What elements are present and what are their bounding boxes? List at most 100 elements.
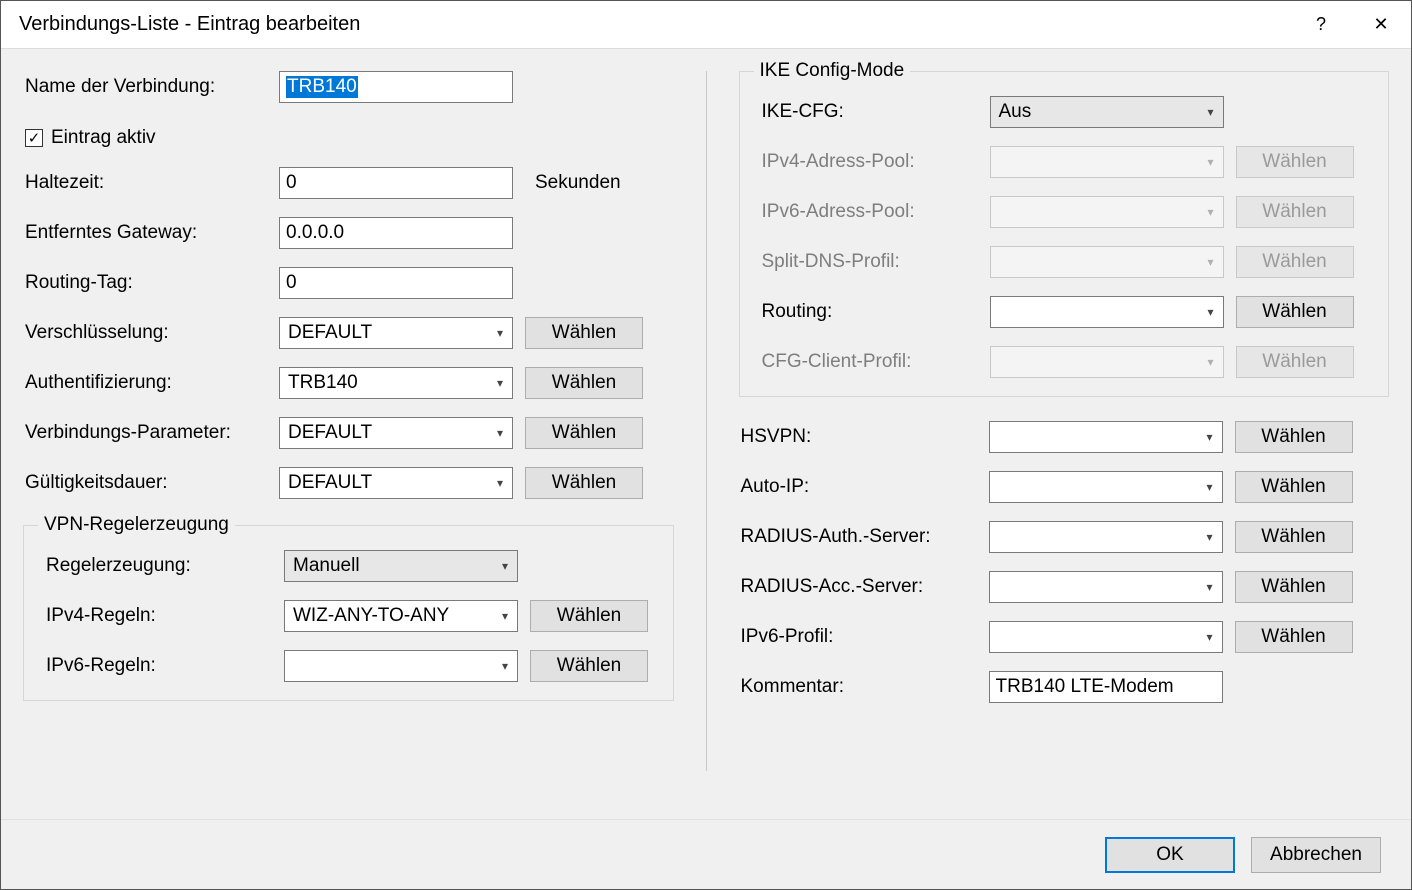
chevron-down-icon: ▾ — [1198, 580, 1222, 594]
close-icon: ✕ — [1373, 14, 1388, 35]
dialog-window: Verbindungs-Liste - Eintrag bearbeiten ?… — [0, 0, 1412, 890]
ipv6-rules-label: IPv6-Regeln: — [40, 655, 284, 677]
gateway-input[interactable] — [279, 217, 513, 249]
right-column: IKE Config-Mode IKE-CFG: Aus▾ IPv4-Adres… — [735, 71, 1394, 809]
ipv6-rules-combo[interactable]: ▾ — [284, 650, 518, 682]
validity-combo[interactable]: DEFAULT▾ — [279, 467, 513, 499]
comment-input[interactable] — [989, 671, 1223, 703]
ipv6-pool-combo: ▾ — [990, 196, 1224, 228]
validity-choose-button[interactable]: Wählen — [525, 467, 643, 499]
ipv6-pool-choose-button: Wählen — [1236, 196, 1354, 228]
chevron-down-icon: ▾ — [493, 609, 517, 623]
chevron-down-icon: ▾ — [488, 326, 512, 340]
chevron-down-icon: ▾ — [1199, 105, 1223, 119]
chevron-down-icon: ▾ — [488, 426, 512, 440]
ipv4-pool-label: IPv4-Adress-Pool: — [756, 151, 990, 173]
chevron-down-icon: ▾ — [1199, 305, 1223, 319]
chevron-down-icon: ▾ — [1198, 480, 1222, 494]
ike-cfg-combo[interactable]: Aus▾ — [990, 96, 1224, 128]
ipv6-pool-label: IPv6-Adress-Pool: — [756, 201, 990, 223]
chevron-down-icon: ▾ — [1198, 630, 1222, 644]
ike-routing-choose-button[interactable]: Wählen — [1236, 296, 1354, 328]
ipv6-rules-choose-button[interactable]: Wählen — [530, 650, 648, 682]
column-divider — [706, 71, 707, 771]
radius-auth-label: RADIUS-Auth.-Server: — [735, 526, 989, 548]
chevron-down-icon: ▾ — [493, 659, 517, 673]
hsvpn-combo[interactable]: ▾ — [989, 421, 1223, 453]
radius-acc-label: RADIUS-Acc.-Server: — [735, 576, 989, 598]
chevron-down-icon: ▾ — [1199, 205, 1223, 219]
vpn-rules-group: VPN-Regelerzeugung Regelerzeugung: Manue… — [23, 525, 674, 701]
titlebar: Verbindungs-Liste - Eintrag bearbeiten ?… — [1, 1, 1411, 49]
cfg-client-choose-button: Wählen — [1236, 346, 1354, 378]
active-checkbox[interactable]: ✓ — [25, 129, 43, 147]
ipv4-pool-combo: ▾ — [990, 146, 1224, 178]
ike-group: IKE Config-Mode IKE-CFG: Aus▾ IPv4-Adres… — [739, 71, 1390, 397]
auth-choose-button[interactable]: Wählen — [525, 367, 643, 399]
split-dns-label: Split-DNS-Profil: — [756, 251, 990, 273]
chevron-down-icon: ▾ — [488, 376, 512, 390]
name-input[interactable]: TRB140 — [279, 71, 513, 103]
radius-auth-choose-button[interactable]: Wählen — [1235, 521, 1353, 553]
rule-gen-label: Regelerzeugung: — [40, 555, 284, 577]
hold-label: Haltezeit: — [19, 172, 279, 194]
hsvpn-label: HSVPN: — [735, 426, 989, 448]
encryption-combo[interactable]: DEFAULT▾ — [279, 317, 513, 349]
rule-gen-combo[interactable]: Manuell▾ — [284, 550, 518, 582]
left-column: Name der Verbindung: TRB140 ✓ Eintrag ak… — [19, 71, 678, 809]
chevron-down-icon: ▾ — [1198, 430, 1222, 444]
chevron-down-icon: ▾ — [1199, 155, 1223, 169]
hsvpn-choose-button[interactable]: Wählen — [1235, 421, 1353, 453]
hold-unit: Sekunden — [535, 172, 621, 194]
auth-combo[interactable]: TRB140▾ — [279, 367, 513, 399]
chevron-down-icon: ▾ — [488, 476, 512, 490]
chevron-down-icon: ▾ — [1198, 530, 1222, 544]
validity-label: Gültigkeitsdauer: — [19, 472, 279, 494]
ike-routing-combo[interactable]: ▾ — [990, 296, 1224, 328]
cfg-client-label: CFG-Client-Profil: — [756, 351, 990, 373]
chevron-down-icon: ▾ — [1199, 355, 1223, 369]
cfg-client-combo: ▾ — [990, 346, 1224, 378]
radius-auth-combo[interactable]: ▾ — [989, 521, 1223, 553]
cancel-button[interactable]: Abbrechen — [1251, 837, 1381, 873]
conn-param-label: Verbindungs-Parameter: — [19, 422, 279, 444]
ipv6-profile-label: IPv6-Profil: — [735, 626, 989, 648]
window-title: Verbindungs-Liste - Eintrag bearbeiten — [19, 13, 360, 36]
routing-tag-input[interactable] — [279, 267, 513, 299]
autoip-label: Auto-IP: — [735, 476, 989, 498]
active-label: Eintrag aktiv — [51, 127, 156, 149]
comment-label: Kommentar: — [735, 676, 989, 698]
conn-param-combo[interactable]: DEFAULT▾ — [279, 417, 513, 449]
split-dns-choose-button: Wählen — [1236, 246, 1354, 278]
ok-button[interactable]: OK — [1105, 837, 1235, 873]
encryption-choose-button[interactable]: Wählen — [525, 317, 643, 349]
close-button[interactable]: ✕ — [1351, 1, 1411, 49]
split-dns-combo: ▾ — [990, 246, 1224, 278]
hold-input[interactable] — [279, 167, 513, 199]
ipv4-rules-choose-button[interactable]: Wählen — [530, 600, 648, 632]
vpn-rules-title: VPN-Regelerzeugung — [38, 514, 235, 536]
footer: OK Abbrechen — [1, 819, 1411, 889]
autoip-combo[interactable]: ▾ — [989, 471, 1223, 503]
autoip-choose-button[interactable]: Wählen — [1235, 471, 1353, 503]
chevron-down-icon: ▾ — [493, 559, 517, 573]
conn-param-choose-button[interactable]: Wählen — [525, 417, 643, 449]
ipv4-pool-choose-button: Wählen — [1236, 146, 1354, 178]
gateway-label: Entferntes Gateway: — [19, 222, 279, 244]
name-label: Name der Verbindung: — [19, 76, 279, 98]
chevron-down-icon: ▾ — [1199, 255, 1223, 269]
radius-acc-choose-button[interactable]: Wählen — [1235, 571, 1353, 603]
ike-routing-label: Routing: — [756, 301, 990, 323]
routing-tag-label: Routing-Tag: — [19, 272, 279, 294]
radius-acc-combo[interactable]: ▾ — [989, 571, 1223, 603]
help-icon: ? — [1316, 14, 1326, 35]
content-area: Name der Verbindung: TRB140 ✓ Eintrag ak… — [1, 49, 1411, 819]
auth-label: Authentifizierung: — [19, 372, 279, 394]
ipv4-rules-label: IPv4-Regeln: — [40, 605, 284, 627]
ike-cfg-label: IKE-CFG: — [756, 101, 990, 123]
ipv4-rules-combo[interactable]: WIZ-ANY-TO-ANY▾ — [284, 600, 518, 632]
ipv6-profile-choose-button[interactable]: Wählen — [1235, 621, 1353, 653]
ike-title: IKE Config-Mode — [754, 60, 911, 82]
help-button[interactable]: ? — [1291, 1, 1351, 49]
ipv6-profile-combo[interactable]: ▾ — [989, 621, 1223, 653]
